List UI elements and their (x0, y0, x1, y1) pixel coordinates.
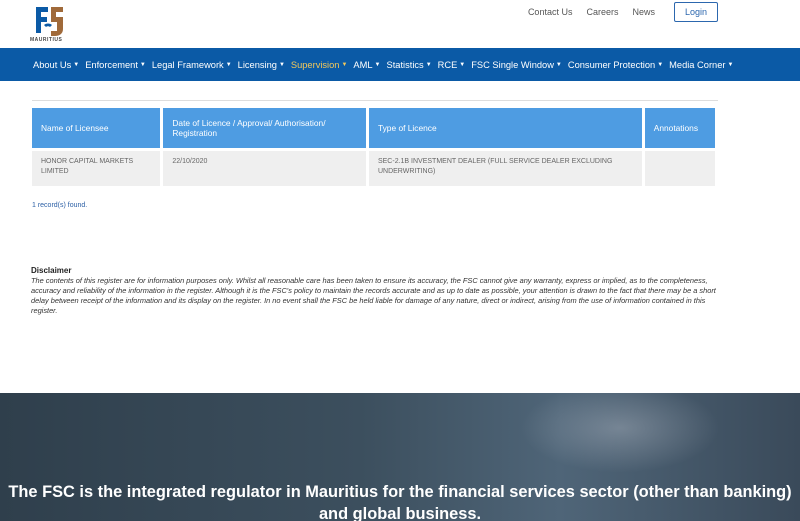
nav-label: RCE (437, 59, 458, 70)
nav-item-consumer-protection[interactable]: Consumer Protection ▼ (568, 60, 663, 70)
nav-label: Legal Framework (151, 59, 224, 70)
col-header-type: Type of Licence (368, 108, 642, 148)
nav-label: Media Corner (669, 59, 726, 70)
nav-item-enforcement[interactable]: Enforcement ▼ (85, 60, 146, 70)
caret-down-icon: ▼ (727, 61, 734, 68)
nav-label: AML (353, 59, 373, 70)
nav-label: Enforcement (85, 59, 138, 70)
caret-down-icon: ▼ (341, 61, 348, 68)
table-row: HONOR CAPITAL MARKETS LIMITED 22/10/2020… (32, 151, 715, 186)
news-link[interactable]: News (632, 7, 655, 17)
caret-down-icon: ▼ (459, 61, 466, 68)
caret-down-icon: ▼ (374, 61, 381, 68)
col-header-date: Date of Licence / Approval/ Authorisatio… (163, 108, 366, 148)
col-header-name: Name of Licensee (32, 108, 161, 148)
login-button[interactable]: Login (674, 2, 718, 22)
table-header-row: Name of Licensee Date of Licence / Appro… (32, 108, 715, 148)
nav-item-fsc-single-window[interactable]: FSC Single Window ▼ (471, 60, 562, 70)
disclaimer-section: Disclaimer The contents of this register… (31, 266, 721, 316)
cell-annotations (644, 151, 715, 186)
caret-down-icon: ▼ (278, 61, 285, 68)
nav-item-statistics[interactable]: Statistics ▼ (387, 60, 432, 70)
careers-link[interactable]: Careers (586, 7, 618, 17)
caret-down-icon: ▼ (657, 61, 664, 68)
nav-label: Statistics (386, 59, 424, 70)
nav-label: About Us (33, 59, 72, 70)
logo-text: MAURITIUS (30, 37, 63, 43)
contact-us-link[interactable]: Contact Us (528, 7, 573, 17)
nav-item-legal-framework[interactable]: Legal Framework ▼ (152, 60, 232, 70)
disclaimer-title: Disclaimer (31, 266, 72, 275)
banner-tagline: The FSC is the integrated regulator in M… (8, 483, 792, 521)
cell-licence-type: SEC-2.1B INVESTMENT DEALER (FULL SERVICE… (368, 151, 642, 186)
nav-item-aml[interactable]: AML ▼ (353, 60, 380, 70)
caret-down-icon: ▼ (555, 61, 562, 68)
caret-down-icon: ▼ (73, 61, 80, 68)
caret-down-icon: ▼ (425, 61, 432, 68)
cell-licensee-name: HONOR CAPITAL MARKETS LIMITED (32, 151, 161, 186)
banner-background-image (520, 393, 720, 473)
top-links: Contact Us Careers News (528, 7, 655, 17)
caret-down-icon: ▼ (139, 61, 146, 68)
licensee-table: Name of Licensee Date of Licence / Appro… (29, 105, 718, 189)
disclaimer-body: The contents of this register are for in… (31, 276, 716, 315)
cell-licence-date: 22/10/2020 (163, 151, 366, 186)
main-nav: About Us ▼ Enforcement ▼ Legal Framework ▼ … (0, 48, 800, 81)
nav-item-supervision[interactable]: Supervision ▼ (291, 60, 348, 70)
nav-label: Consumer Protection (567, 59, 656, 70)
caret-down-icon: ▼ (225, 61, 232, 68)
nav-label: Licensing (237, 59, 277, 70)
nav-item-about-us[interactable]: About Us ▼ (33, 60, 79, 70)
nav-item-licensing[interactable]: Licensing ▼ (238, 60, 285, 70)
nav-item-rce[interactable]: RCE ▼ (438, 60, 466, 70)
nav-label: Supervision (290, 59, 340, 70)
nav-item-media-corner[interactable]: Media Corner ▼ (669, 60, 733, 70)
nav-label: FSC Single Window (471, 59, 554, 70)
col-header-annotations: Annotations (644, 108, 715, 148)
licensee-table-container: Name of Licensee Date of Licence / Appro… (32, 100, 718, 189)
top-header: MAURITIUS Contact Us Careers News Login (0, 0, 800, 48)
records-count: 1 record(s) found. (32, 202, 88, 209)
hero-banner: The FSC is the integrated regulator in M… (0, 393, 800, 521)
